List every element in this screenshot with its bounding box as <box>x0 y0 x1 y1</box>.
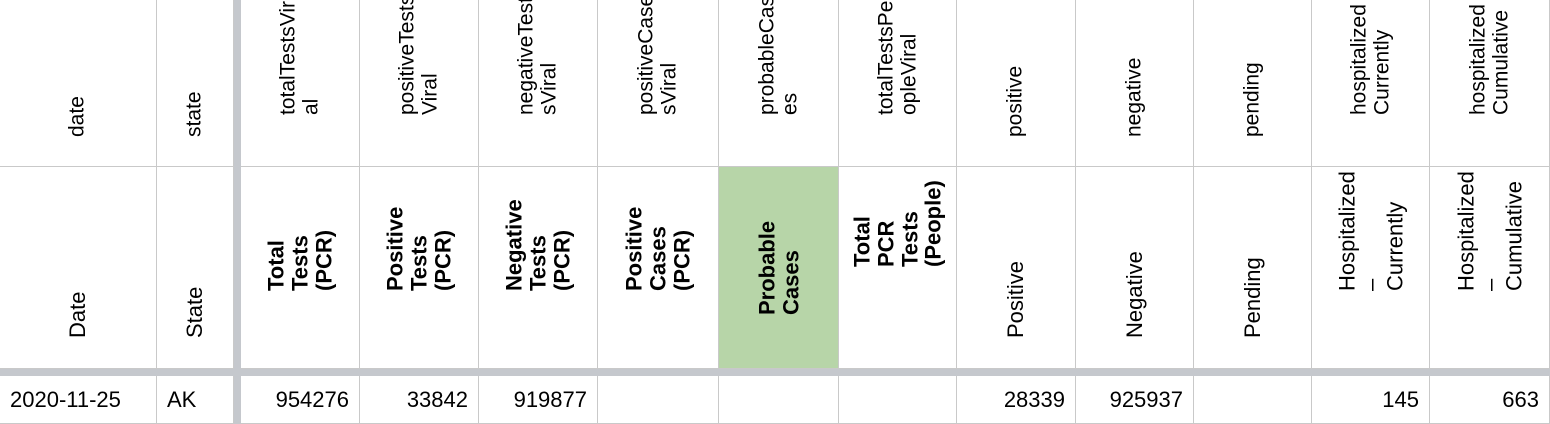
label-cell-state[interactable]: State <box>157 167 234 369</box>
field-name: hospitalized Currently <box>1346 3 1393 115</box>
column-label: Hospitalized – Currently <box>1333 170 1407 291</box>
field-name: totalTestsVir al <box>276 0 322 115</box>
field-name: negative <box>1122 57 1146 138</box>
column-label: Negative Tests (PCR) <box>501 199 574 291</box>
data-cell-negativeTestsViral[interactable]: 919877 <box>479 376 598 424</box>
field-cell-positive[interactable]: positive <box>957 0 1076 167</box>
field-name: positive <box>1003 66 1027 138</box>
label-cell-negative[interactable]: Negative <box>1076 167 1194 369</box>
field-cell-hospitalizedCumulative[interactable]: hospitalized Cumulative <box>1430 0 1550 167</box>
field-cell-negativeTestsViral[interactable]: negativeTest sViral <box>479 0 598 167</box>
field-cell-date[interactable]: date <box>0 0 157 167</box>
label-cell-date[interactable]: Date <box>0 167 157 369</box>
field-cell-hospitalizedCurrently[interactable]: hospitalized Currently <box>1312 0 1430 167</box>
column-label: Total PCR Tests (People) <box>849 180 946 267</box>
field-cell-probableCases[interactable]: probableCas es <box>719 0 839 167</box>
field-cell-totalTestsPeopleViral[interactable]: totalTestsPe opleViral <box>839 0 957 167</box>
column-label: Positive Cases (PCR) <box>621 206 694 291</box>
data-cell-positive[interactable]: 28339 <box>957 376 1076 424</box>
column-label: Negative <box>1121 251 1147 339</box>
label-cell-positive[interactable]: Positive <box>957 167 1076 369</box>
label-cell-hospitalizedCurrently[interactable]: Hospitalized – Currently <box>1312 167 1430 369</box>
column-label: Positive <box>1003 261 1029 339</box>
field-name: state <box>182 91 206 138</box>
field-name: pending <box>1240 62 1264 138</box>
column-label: Probable Cases <box>753 220 803 315</box>
column-label: State <box>182 286 208 339</box>
data-cell-totalTestsViral[interactable]: 954276 <box>241 376 360 424</box>
label-cell-negativeTestsViral[interactable]: Negative Tests (PCR) <box>479 167 598 369</box>
column-label: Date <box>65 291 91 339</box>
column-label: Hospitalized – Cumulative <box>1452 170 1526 291</box>
column-label: Pending <box>1239 257 1265 339</box>
label-cell-totalTestsPeopleViral[interactable]: Total PCR Tests (People) <box>839 167 957 369</box>
data-cell-hospitalizedCurrently[interactable]: 145 <box>1312 376 1430 424</box>
field-name: probableCas es <box>754 0 801 115</box>
field-cell-positiveTestsViral[interactable]: positiveTests Viral <box>360 0 479 167</box>
data-cell-totalTestsPeopleViral[interactable] <box>839 376 957 424</box>
field-cell-negative[interactable]: negative <box>1076 0 1194 167</box>
data-cell-state[interactable]: AK <box>157 376 234 424</box>
label-cell-pending[interactable]: Pending <box>1194 167 1312 369</box>
label-cell-positiveCasesViral[interactable]: Positive Cases (PCR) <box>598 167 719 369</box>
field-cell-positiveCasesViral[interactable]: positiveCase sViral <box>598 0 719 167</box>
label-cell-probableCases-highlighted[interactable]: Probable Cases <box>719 167 839 369</box>
field-name: totalTestsPe opleViral <box>873 0 920 115</box>
field-cell-totalTestsViral[interactable]: totalTestsVir al <box>241 0 360 167</box>
data-cell-hospitalizedCumulative[interactable]: 663 <box>1430 376 1550 424</box>
data-cell-positiveTestsViral[interactable]: 33842 <box>360 376 479 424</box>
field-name: negativeTest sViral <box>514 0 560 115</box>
label-cell-positiveTestsViral[interactable]: Positive Tests (PCR) <box>360 167 479 369</box>
field-name: hospitalized Cumulative <box>1465 3 1512 115</box>
data-cell-negative[interactable]: 925937 <box>1076 376 1194 424</box>
data-cell-pending[interactable] <box>1194 376 1312 424</box>
frozen-column-divider[interactable] <box>234 0 241 424</box>
field-cell-state[interactable]: state <box>157 0 234 167</box>
data-cell-date[interactable]: 2020-11-25 <box>0 376 157 424</box>
column-label: Total Tests (PCR) <box>263 229 336 291</box>
field-cell-pending[interactable]: pending <box>1194 0 1312 167</box>
field-name: date <box>65 96 89 138</box>
data-cell-probableCases[interactable] <box>719 376 839 424</box>
label-cell-hospitalizedCumulative[interactable]: Hospitalized – Cumulative <box>1430 167 1550 369</box>
data-cell-positiveCasesViral[interactable] <box>598 376 719 424</box>
field-name: positiveTests Viral <box>395 0 441 115</box>
label-cell-totalTestsViral[interactable]: Total Tests (PCR) <box>241 167 360 369</box>
column-label: Positive Tests (PCR) <box>382 206 455 291</box>
frozen-row-divider[interactable] <box>0 369 1550 376</box>
field-name: positiveCase sViral <box>634 0 680 115</box>
